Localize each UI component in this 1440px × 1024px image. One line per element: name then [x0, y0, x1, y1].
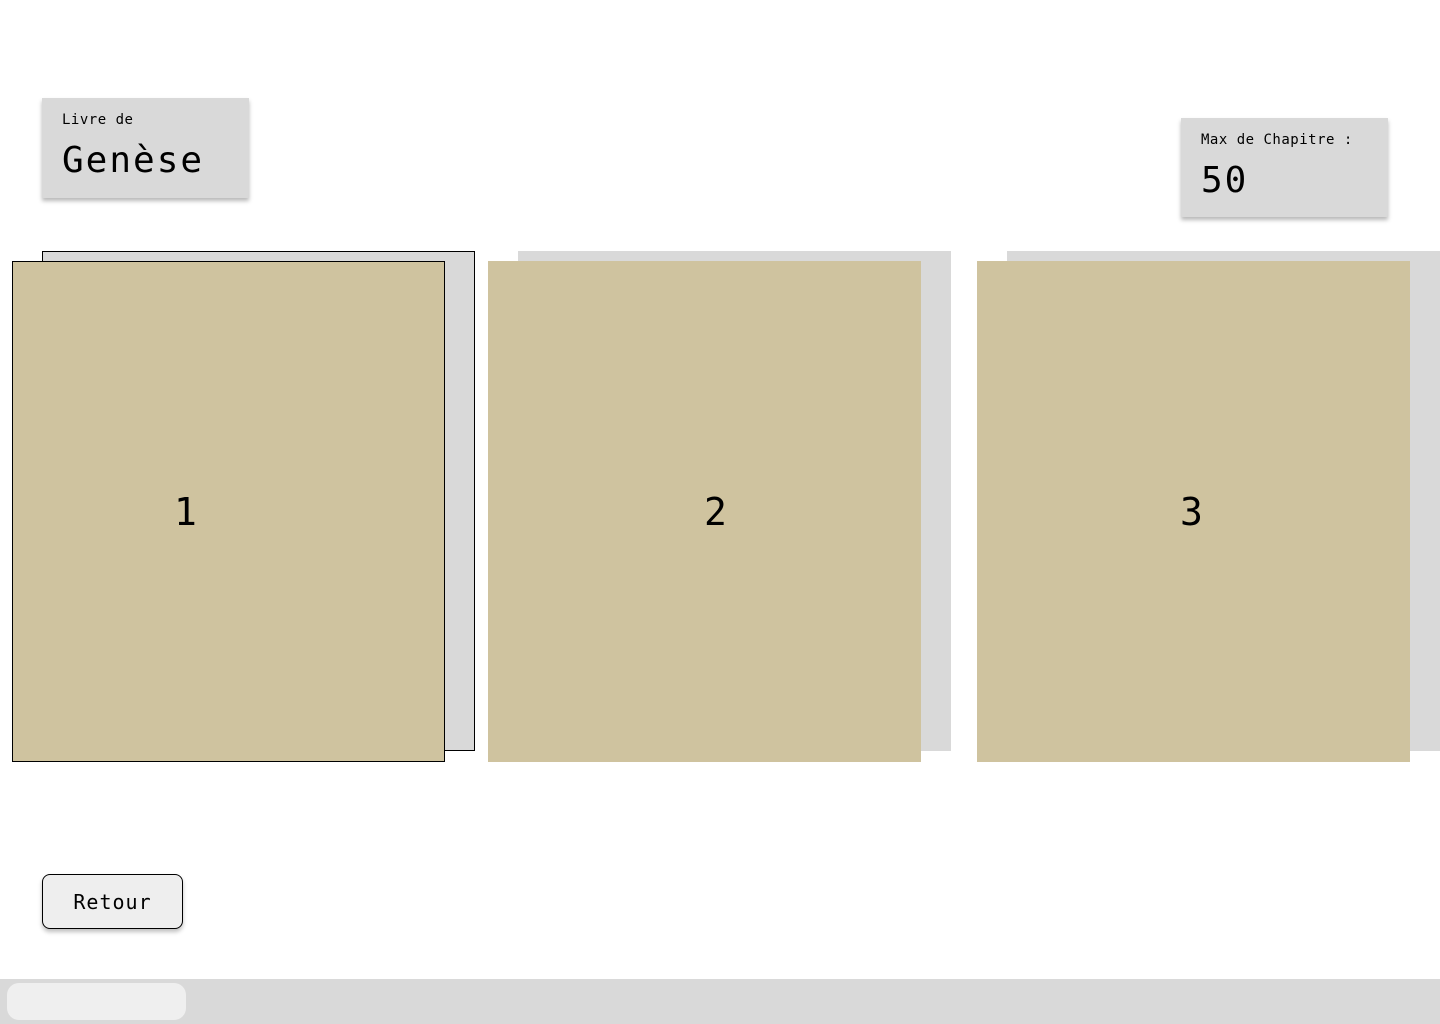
max-chapter-value: 50	[1201, 160, 1249, 201]
chapter-number: 1	[174, 489, 197, 534]
chapter-card-2[interactable]: 2	[488, 251, 951, 762]
book-name: Genèse	[62, 140, 205, 181]
chapter-number: 2	[704, 489, 727, 534]
scrollbar-thumb[interactable]	[7, 983, 186, 1020]
chapter-card-face[interactable]: 1	[12, 261, 445, 762]
book-caption: Livre de	[62, 112, 134, 128]
chapter-card-1[interactable]: 1	[12, 251, 475, 762]
chapter-selection-page: Livre de Genèse Max de Chapitre : 50 1 2…	[0, 0, 1440, 1024]
book-info-card: Livre de Genèse	[42, 98, 249, 198]
max-chapter-caption: Max de Chapitre :	[1201, 132, 1353, 148]
chapter-card-face[interactable]: 3	[977, 261, 1410, 762]
horizontal-scrollbar[interactable]	[0, 979, 1440, 1024]
chapter-card-face[interactable]: 2	[488, 261, 921, 762]
chapter-number: 3	[1180, 489, 1203, 534]
chapter-card-3[interactable]: 3	[977, 251, 1440, 762]
back-button[interactable]: Retour	[42, 874, 183, 929]
max-chapter-card: Max de Chapitre : 50	[1181, 118, 1388, 217]
